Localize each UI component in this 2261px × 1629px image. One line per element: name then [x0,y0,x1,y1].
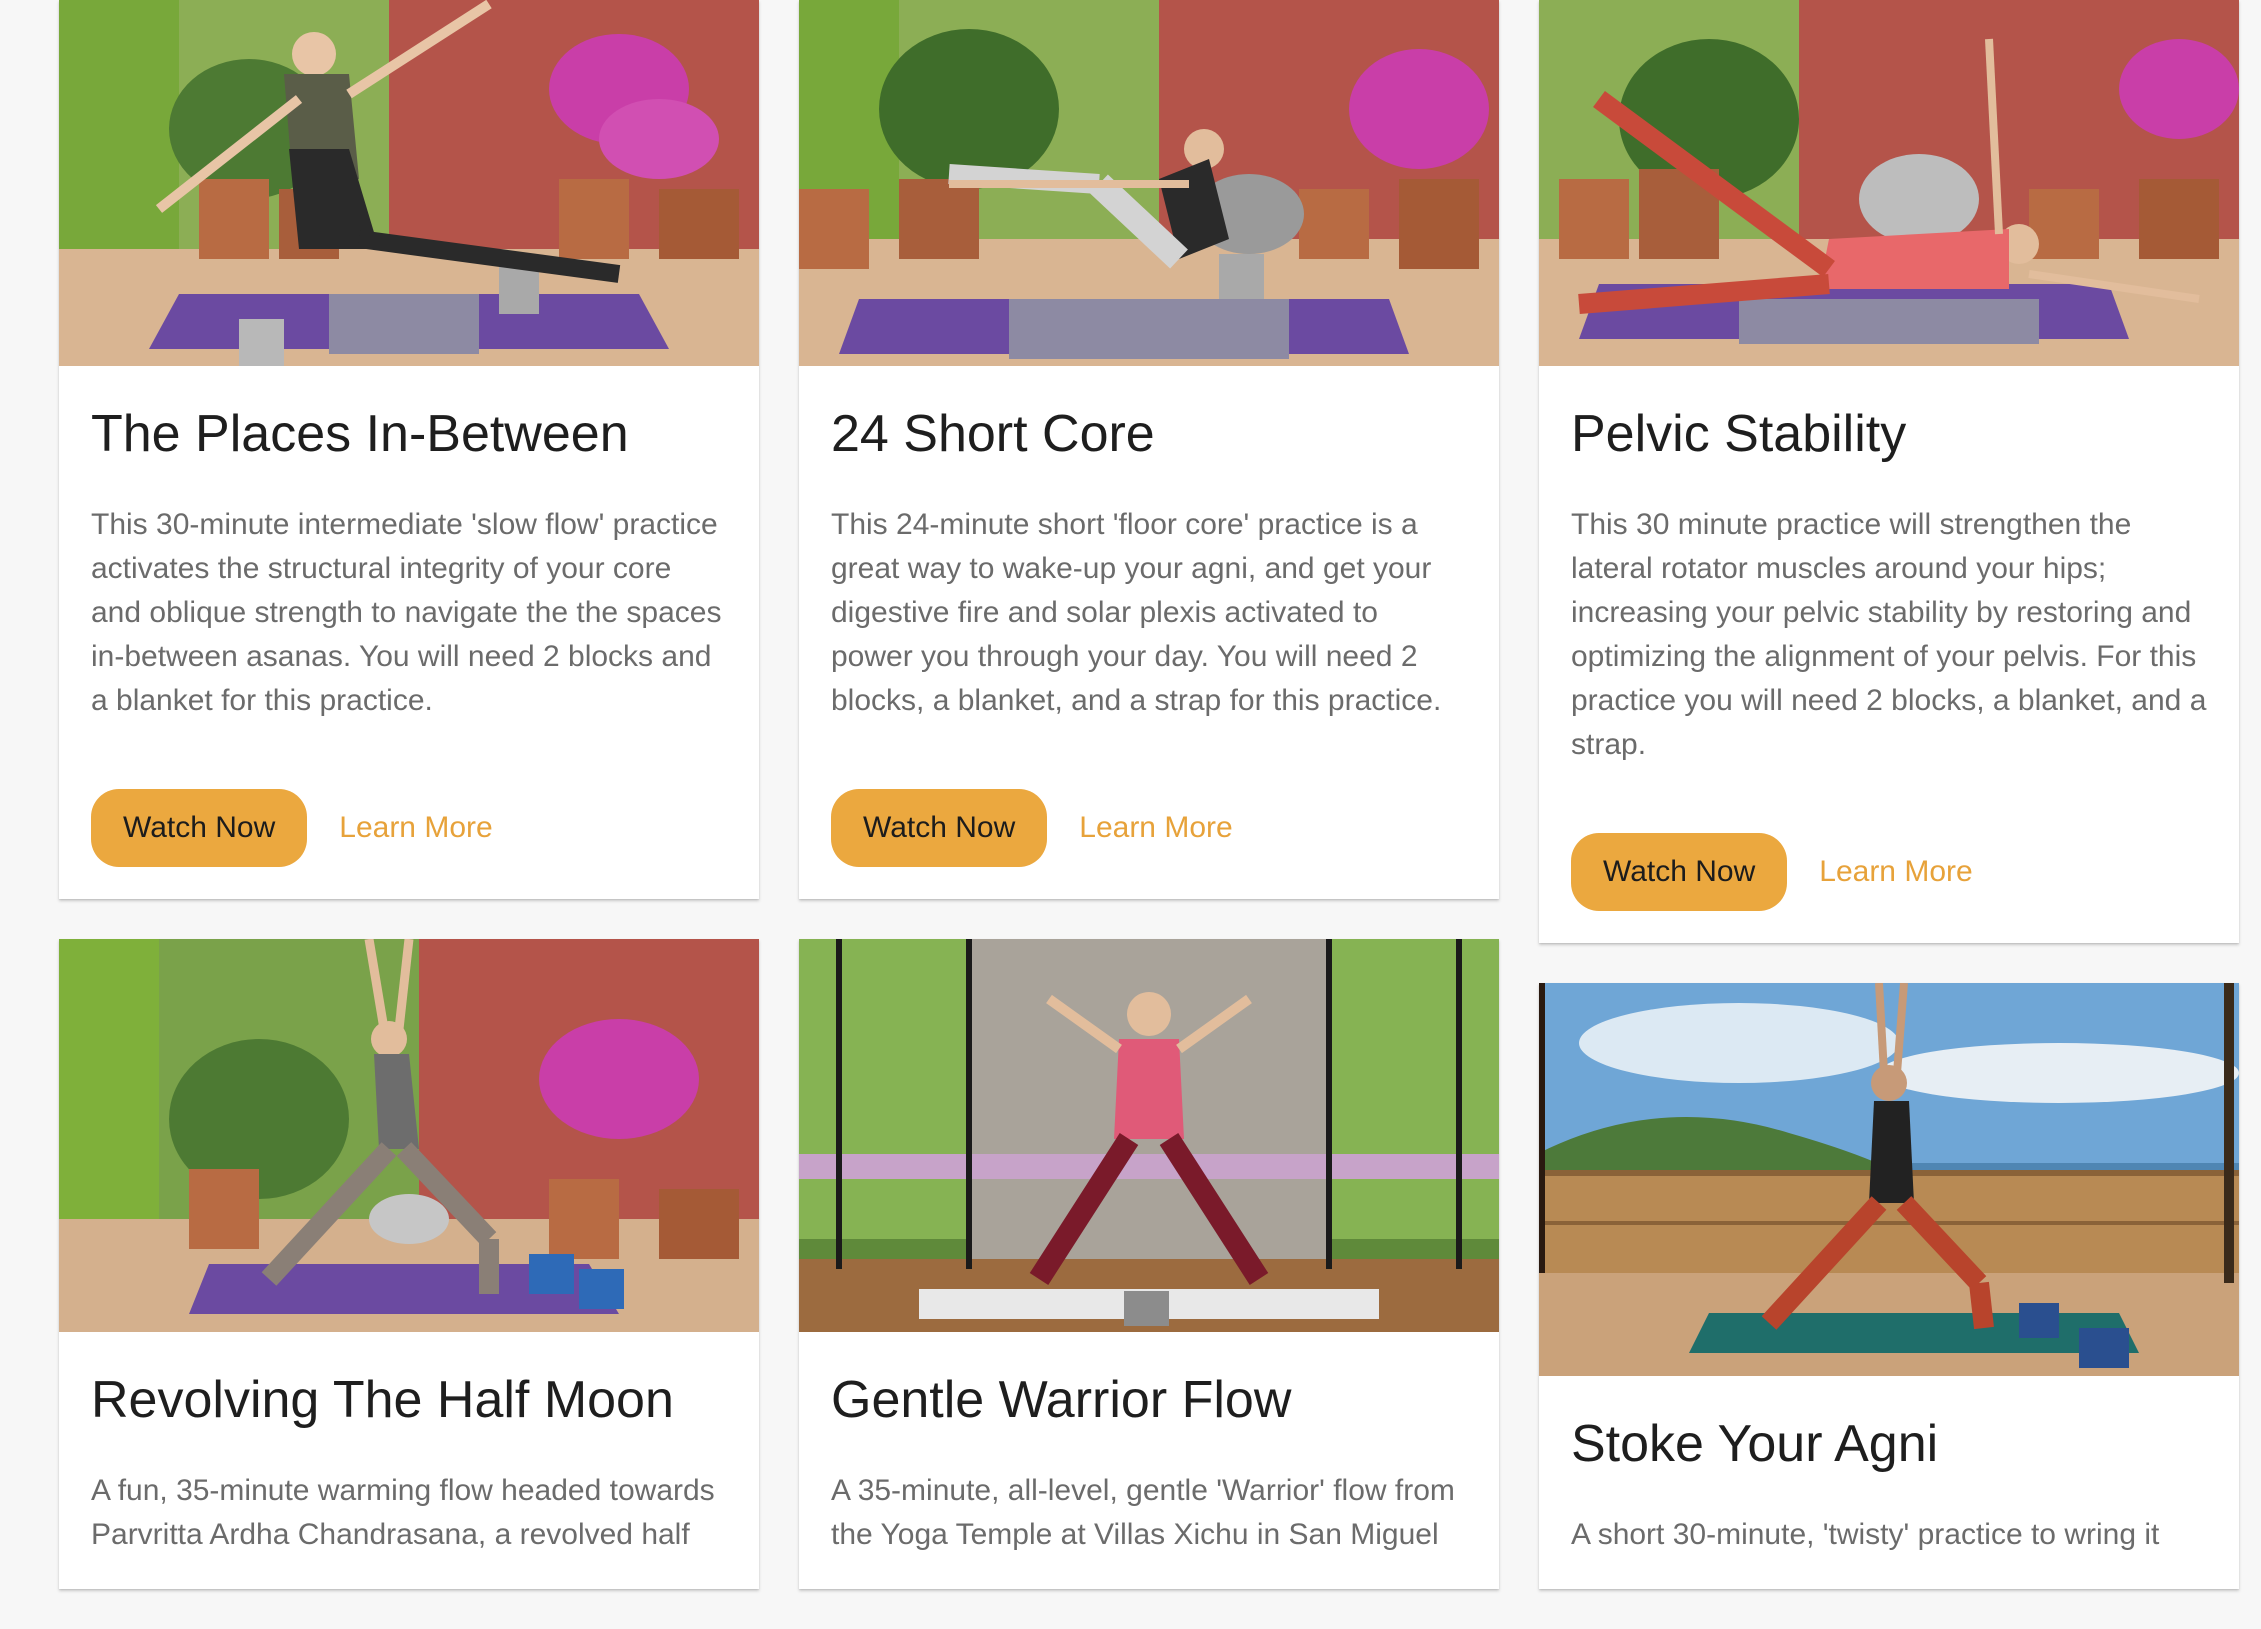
card-body: The Places In-Between This 30-minute int… [59,366,759,899]
video-card: Revolving The Half Moon A fun, 35-minute… [59,939,759,1590]
card-title[interactable]: Gentle Warrior Flow [831,1371,1467,1429]
learn-more-link[interactable]: Learn More [1079,811,1232,845]
card-description: A fun, 35-minute warming flow headed tow… [91,1474,715,1552]
watch-now-button[interactable]: Watch Now [91,789,308,868]
card-description: This 30 minute practice will strengthen … [1571,508,2207,762]
watch-now-button[interactable]: Watch Now [831,789,1048,868]
video-card: Gentle Warrior Flow A 35-minute, all-lev… [799,939,1499,1590]
video-thumbnail-revolving-half-moon[interactable] [59,939,759,1333]
video-card: Pelvic Stability This 30 minute practice… [1539,0,2239,944]
learn-more-link[interactable]: Learn More [339,811,492,845]
card-body: Stoke Your Agni A short 30-minute, 'twis… [1539,1376,2239,1589]
video-thumbnail-24-short-core[interactable] [799,0,1499,366]
card-actions: Watch Now Learn More [1571,833,2207,912]
card-title[interactable]: 24 Short Core [831,405,1467,463]
learn-more-link[interactable]: Learn More [1819,855,1972,889]
card-title[interactable]: Stoke Your Agni [1571,1415,2207,1473]
card-actions: Watch Now Learn More [91,789,727,868]
card-title[interactable]: The Places In-Between [91,405,727,463]
card-body: 24 Short Core This 24-minute short 'floo… [799,366,1499,899]
video-card: The Places In-Between This 30-minute int… [59,0,759,900]
card-actions: Watch Now Learn More [831,789,1467,868]
column-1: The Places In-Between This 30-minute int… [59,0,759,1629]
column-2: 24 Short Core This 24-minute short 'floo… [799,0,1499,1629]
video-thumbnail-stoke-your-agni[interactable] [1539,983,2239,1377]
card-title[interactable]: Pelvic Stability [1571,405,2207,463]
column-3: Pelvic Stability This 30 minute practice… [1539,0,2239,1629]
card-body: Pelvic Stability This 30 minute practice… [1539,366,2239,943]
card-description: This 30-minute intermediate 'slow flow' … [91,508,722,718]
video-card: 24 Short Core This 24-minute short 'floo… [799,0,1499,900]
video-thumbnail-pelvic-stability[interactable] [1539,0,2239,366]
video-thumbnail-places-in-between[interactable] [59,0,759,366]
video-thumbnail-gentle-warrior-flow[interactable] [799,939,1499,1333]
card-description: This 24-minute short 'floor core' practi… [831,508,1442,718]
video-card: Stoke Your Agni A short 30-minute, 'twis… [1539,983,2239,1590]
card-description: A 35-minute, all-level, gentle 'Warrior'… [831,1474,1455,1552]
watch-now-button[interactable]: Watch Now [1571,833,1788,912]
card-title[interactable]: Revolving The Half Moon [91,1371,727,1429]
